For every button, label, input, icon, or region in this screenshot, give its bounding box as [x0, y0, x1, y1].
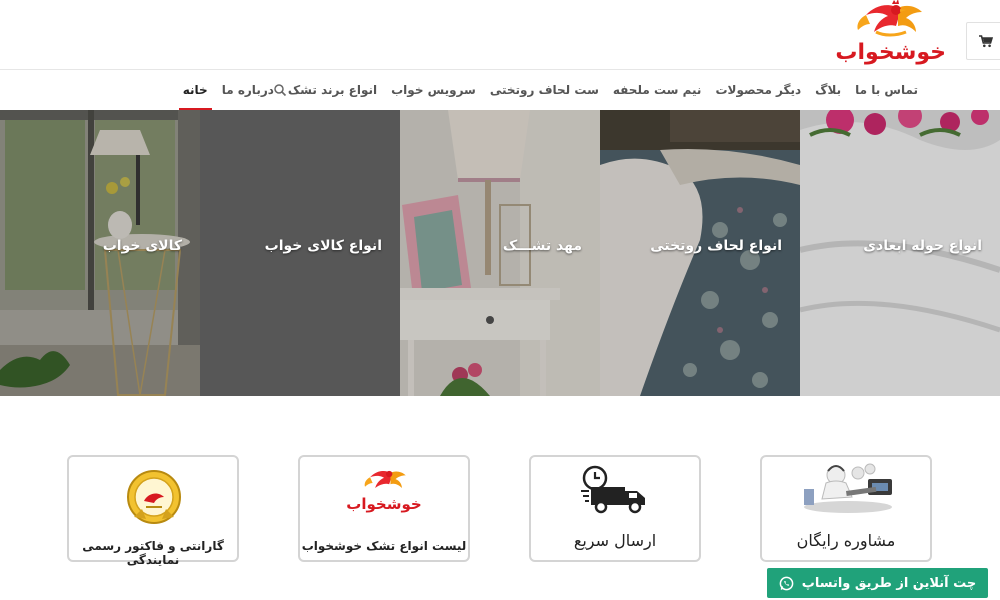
nav-item-about[interactable]: درباره ما	[215, 70, 281, 110]
feature-label: لیست انواع تشک خوشخواب	[301, 539, 467, 553]
guarantee-badge-icon	[127, 470, 181, 524]
logo-text: خوشخواب	[835, 40, 946, 65]
nav-item-duvet-sets[interactable]: ست لحاف روتختی	[483, 70, 606, 110]
whatsapp-chat-button[interactable]: چت آنلاین از طریق واتساپ	[767, 568, 988, 598]
logo-text: خوشخواب	[346, 495, 422, 513]
panel-label: انواع کالای خواب	[264, 238, 382, 254]
panel-label: کالای خواب	[102, 238, 182, 254]
nav-item-sheet-sets[interactable]: نیم ست ملحفه	[606, 70, 709, 110]
panel-label: انواع لحاف روتختی	[650, 238, 782, 254]
support-agent-icon	[804, 463, 892, 513]
search-icon[interactable]	[273, 83, 287, 97]
cart-icon	[979, 34, 993, 47]
nav-list: خانه درباره ما انواع برند تشک سرویس خواب…	[176, 70, 925, 110]
banner-panel-mattress[interactable]: مهد تشـــک	[400, 110, 600, 396]
rooster-logo-icon	[857, 0, 922, 37]
banner-panel-bedding[interactable]: کالای خواب	[0, 110, 200, 396]
nav-item-home[interactable]: خانه	[176, 70, 215, 110]
nav-item-other-products[interactable]: دیگر محصولات	[708, 70, 808, 110]
feature-fast-shipping[interactable]: ارسال سریع	[529, 455, 701, 562]
nav-item-mattress-brands[interactable]: انواع برند تشک	[281, 70, 384, 110]
feature-label: مشاوره رایگان	[796, 531, 896, 550]
cart-button[interactable]	[966, 22, 1000, 60]
banner-panel-bedding-types[interactable]: انواع کالای خواب	[200, 110, 400, 396]
panel-label: انواع حوله ابعادی	[863, 238, 982, 254]
site-logo[interactable]: خوشخواب	[835, 0, 946, 68]
nav-item-contact[interactable]: تماس با ما	[848, 70, 925, 110]
main-navigation: خانه درباره ما انواع برند تشک سرویس خواب…	[0, 70, 1000, 110]
feature-label: گارانتی و فاکتور رسمی نمایندگی	[82, 539, 224, 567]
nav-item-bedroom-sets[interactable]: سرویس خواب	[384, 70, 483, 110]
banner-panel-towels[interactable]: انواع حوله ابعادی	[800, 110, 1000, 396]
feature-guarantee[interactable]: گارانتی و فاکتور رسمی نمایندگی	[67, 455, 239, 567]
panel-label: مهد تشـــک	[502, 238, 582, 254]
rooster-logo-icon	[364, 470, 406, 489]
delivery-truck-icon	[581, 465, 645, 514]
whatsapp-label: چت آنلاین از طریق واتساپ	[801, 575, 977, 591]
banner-panel-duvets[interactable]: انواع لحاف روتختی	[600, 110, 800, 396]
whatsapp-icon	[779, 576, 794, 590]
feature-mattress-list[interactable]: خوشخواب لیست انواع تشک خوشخواب	[298, 455, 470, 562]
nav-item-blog[interactable]: بلاگ	[808, 70, 848, 110]
feature-free-consultation[interactable]: مشاوره رایگان	[760, 455, 932, 562]
site-header: خوشخواب	[0, 0, 1000, 70]
category-banner: کالای خواب انواع کالای خواب مهد تشـــک ا…	[0, 110, 1000, 396]
feature-label: ارسال سریع	[573, 531, 657, 550]
